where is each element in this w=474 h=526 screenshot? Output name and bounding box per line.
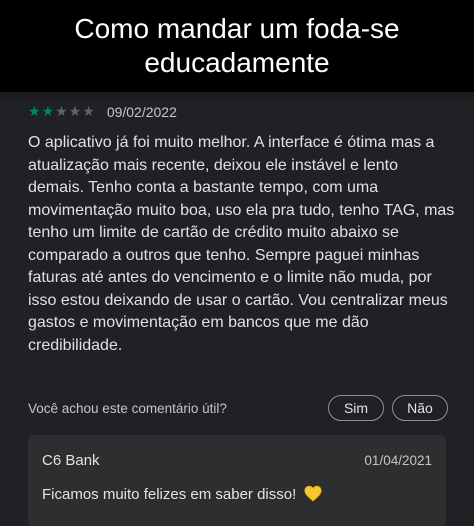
helpful-yes-button[interactable]: Sim bbox=[328, 395, 384, 421]
review-meta: ★ ★ ★ ★ ★ 09/02/2022 bbox=[28, 104, 177, 120]
star-icon: ★ bbox=[28, 104, 41, 120]
star-icon: ★ bbox=[55, 104, 68, 120]
star-icon: ★ bbox=[68, 104, 82, 120]
scroll-fade bbox=[0, 92, 474, 102]
helpful-prompt: Você achou este comentário útil? Sim Não bbox=[28, 395, 448, 421]
yellow-heart-icon bbox=[304, 485, 323, 506]
star-icon: ★ bbox=[82, 104, 95, 120]
meme-caption: Como mandar um foda-se educadamente bbox=[74, 13, 400, 78]
developer-reply: C6 Bank 01/04/2021 Ficamos muito felizes… bbox=[28, 435, 446, 526]
star-rating: ★ ★ ★ ★ ★ bbox=[28, 105, 96, 119]
review-card: ★ ★ ★ ★ ★ 09/02/2022 O aplicativo já foi… bbox=[0, 92, 474, 526]
review-text: O aplicativo já foi muito melhor. A inte… bbox=[28, 134, 455, 354]
review-date: 09/02/2022 bbox=[106, 104, 177, 120]
meme-caption-bar: Como mandar um foda-se educadamente bbox=[0, 0, 474, 92]
helpful-buttons: Sim Não bbox=[328, 395, 448, 421]
developer-reply-text-row: Ficamos muito felizes em saber disso! bbox=[42, 485, 323, 506]
helpful-question: Você achou este comentário útil? bbox=[28, 400, 227, 416]
star-icon: ★ bbox=[41, 104, 55, 120]
helpful-no-button[interactable]: Não bbox=[392, 395, 448, 421]
developer-reply-text: Ficamos muito felizes em saber disso! bbox=[42, 486, 297, 503]
developer-reply-date: 01/04/2021 bbox=[364, 453, 432, 468]
developer-name: C6 Bank bbox=[42, 452, 100, 469]
